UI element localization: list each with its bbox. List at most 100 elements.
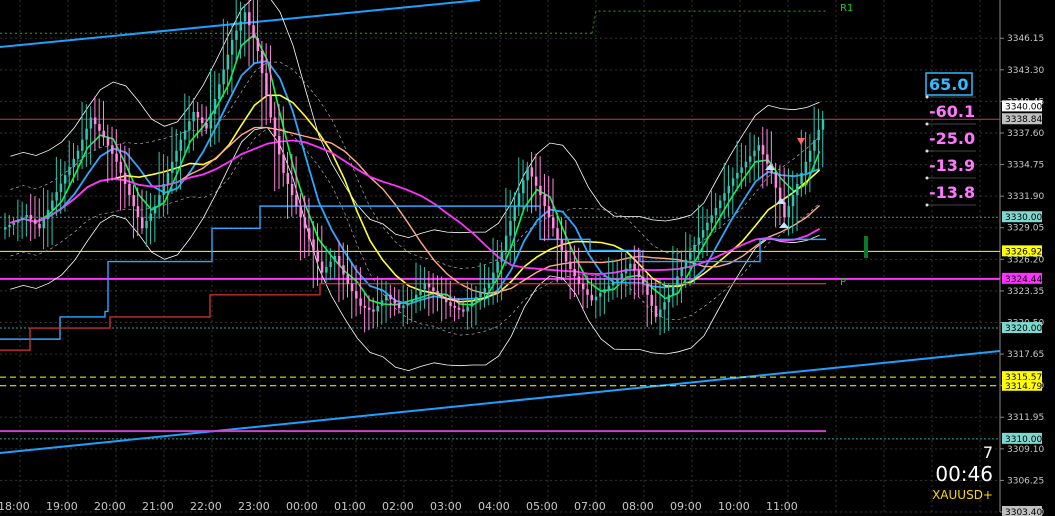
candle-body [444,298,448,303]
score-value: -13.9 [929,156,975,175]
candle-body [697,237,701,245]
candle-body [714,207,718,216]
candle-body [817,129,820,141]
candle-body [192,111,195,122]
candle-body [727,185,731,194]
x-tick-label: 04:00 [478,500,510,513]
candle-body [273,117,277,136]
price-tag-label: 3330.00 [1005,213,1042,223]
x-axis: 18:00 19:00 20:00 21:00 22:00 23:00 00:00 01:00… [0,500,798,513]
candle-body [149,213,153,221]
level-label: P [840,277,846,288]
x-tick-label: 09:00 [670,500,702,513]
price-tag-label: 3326.92 [1005,247,1042,257]
candle-body [500,250,504,262]
symbol-label: XAUUSD+ [932,488,993,502]
candle-body [183,130,187,140]
candle-body [594,296,598,301]
candle-body [406,302,409,306]
score-value: -13.8 [929,183,975,202]
candle-body [119,161,123,173]
candle-body [419,289,422,295]
candle-body [402,305,405,309]
candle-body [701,230,705,238]
step-red [0,283,826,351]
down-arrow-marker [797,138,805,145]
candle-body [483,288,486,293]
candle-body [671,285,675,295]
candle-body [25,214,28,218]
candle-body [55,192,58,201]
countdown-time: 00:46 [935,462,993,486]
candle-body [106,137,110,146]
candle-body [624,268,628,274]
candle-body [787,206,790,218]
candle-body [397,303,401,309]
candle-body [415,294,418,301]
candle-body [410,300,414,303]
candle-body [740,167,743,173]
candle-body [153,206,157,214]
candle-body [633,263,636,271]
y-tick-label: 3309.10 [1007,445,1044,455]
candle-body [800,172,803,184]
candle-body [599,292,602,297]
candle-body [453,305,457,308]
price-tag-label: 3324.44 [1005,275,1042,285]
score-dot [925,203,929,207]
candle-body [123,172,127,184]
candle-body [517,193,521,207]
candle-body [325,267,328,273]
price-tag-label: 3338.84 [1005,115,1042,125]
candle-body [278,135,281,155]
candle-body [128,183,131,196]
candle-body [718,200,722,208]
candle-body [282,154,285,173]
y-tick-label: 3306.25 [1007,476,1044,486]
candle-body [761,145,765,155]
score-value: -60.1 [929,102,975,121]
candle-body [509,220,512,236]
candle-body [513,206,516,221]
grid [0,0,1001,513]
x-tick-label: 18:00 [0,500,30,513]
candle-body [641,277,645,284]
candle-body [132,195,135,207]
candle-body [226,54,230,70]
candle-body [230,39,234,55]
candle-body [243,12,247,22]
y-tick-label: 3337.60 [1007,129,1044,139]
candle-body [774,172,778,188]
y-tick-label: 3343.30 [1007,66,1044,76]
x-tick-label: 23:00 [238,500,270,513]
candle-body [260,50,264,74]
candle-body [72,158,75,167]
level-label: R1 [840,3,853,14]
candle-body [333,256,337,262]
candle-body [547,206,551,218]
candle-body [222,69,225,85]
candle-body [616,278,619,282]
candle-body [269,95,272,118]
candle-body [63,175,67,184]
candle-body [693,244,696,253]
candle-body [590,294,594,301]
candle-body [299,206,302,218]
candle-body [81,139,84,151]
score-dot [925,149,929,153]
candle-body [4,227,7,230]
x-tick-label: 07:00 [574,500,606,513]
candle-body [102,130,105,138]
candle-body [804,161,808,173]
candle-body [136,206,140,218]
candle-body [487,283,491,289]
candle-body [46,209,50,220]
price-chart[interactable]: 3346.153343.303340.453337.603334.753331.… [0,0,1055,516]
candle-body [474,297,478,302]
candle-body [51,200,54,210]
candle-body [346,274,349,284]
countdown-count: 7 [982,443,993,462]
candle-body [342,265,345,275]
candle-body [821,119,825,130]
candle-body [111,145,114,154]
